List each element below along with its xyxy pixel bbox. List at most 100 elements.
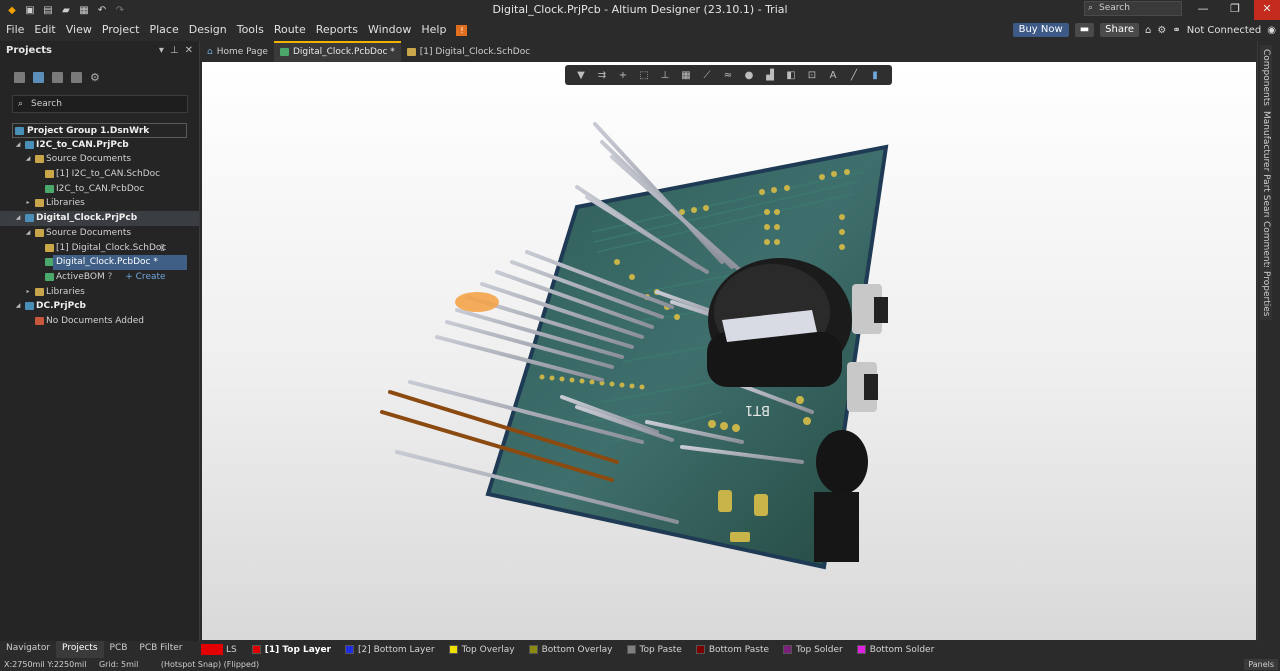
compile-icon[interactable]: [33, 71, 44, 83]
menu-window[interactable]: Window: [368, 23, 411, 36]
panels-button[interactable]: Panels: [1244, 659, 1278, 670]
layer-tab-top-paste[interactable]: Top Paste: [620, 645, 689, 655]
user-icon[interactable]: ◉: [1267, 25, 1276, 36]
tree-item-libraries[interactable]: ▸ Libraries: [0, 196, 199, 211]
diff-pair-icon[interactable]: ≈: [721, 69, 735, 81]
tree-item-libraries[interactable]: ▸ Libraries: [0, 285, 199, 300]
tab-pcbdoc[interactable]: Digital_Clock.PcbDoc *: [273, 41, 401, 62]
connection-status[interactable]: Not Connected: [1187, 25, 1262, 36]
help-icon[interactable]: ?: [108, 272, 113, 282]
settings-icon[interactable]: ⚙: [90, 71, 100, 84]
tree-item-label: Digital_Clock.PcbDoc *: [53, 255, 187, 270]
silkscreen-bt1: BT1: [745, 402, 770, 417]
layer-set-button[interactable]: LS: [226, 645, 237, 655]
panel-close-icon[interactable]: ✕: [185, 45, 193, 56]
layer-tab-top-layer[interactable]: [1] Top Layer: [245, 645, 338, 655]
dimension-icon[interactable]: ⊡: [805, 69, 819, 81]
layer-tab-top-solder[interactable]: Top Solder: [776, 645, 850, 655]
move-icon[interactable]: +: [616, 69, 630, 81]
tree-item-workspace[interactable]: Project Group 1.DsnWrk: [12, 123, 187, 138]
buy-now-button[interactable]: Buy Now: [1012, 23, 1069, 37]
tree-item-source-documents[interactable]: ◢ Source Documents: [0, 226, 199, 241]
via-icon[interactable]: ●: [742, 69, 756, 81]
global-search[interactable]: ⌕ Search: [1084, 1, 1182, 16]
rail-properties[interactable]: Properties: [1260, 267, 1272, 321]
panel-menu-icon[interactable]: ▾: [159, 45, 164, 56]
tab-pcb[interactable]: PCB: [104, 641, 134, 658]
keepout-icon[interactable]: ◧: [784, 69, 798, 81]
close-button[interactable]: ✕: [1254, 0, 1280, 20]
share-button[interactable]: Share: [1100, 23, 1139, 37]
filter-icon[interactable]: ▼: [574, 69, 588, 81]
menu-help[interactable]: Help: [421, 23, 446, 36]
align-icon[interactable]: ⊥: [658, 69, 672, 81]
menu-reports[interactable]: Reports: [316, 23, 358, 36]
layer-tab-bottom-solder[interactable]: Bottom Solder: [850, 645, 942, 655]
tree-item-document[interactable]: [1] Digital_Clock.SchDoc ▯: [0, 241, 199, 256]
expand-arrow-icon[interactable]: ▸: [24, 285, 32, 300]
line-icon[interactable]: ╱: [847, 69, 861, 81]
menu-file[interactable]: File: [6, 23, 24, 36]
projects-search-input[interactable]: ⌕ Search: [12, 95, 188, 113]
layer-color-swatch: [448, 645, 458, 654]
menu-project[interactable]: Project: [102, 23, 140, 36]
rail-comments[interactable]: Comments: [1260, 217, 1272, 274]
chat-icon[interactable]: ▬: [1074, 23, 1095, 37]
pcb-3d-viewport[interactable]: ▼ ⇉ + ⬚ ⊥ ▦ ⟋ ≈ ● ▟ ◧ ⊡ A ╱ ▮ BT1: [202, 62, 1256, 640]
rail-manufacturer-part-search[interactable]: Manufacturer Part Search: [1260, 107, 1272, 230]
text-icon[interactable]: A: [826, 69, 840, 81]
tree-item-document[interactable]: [1] I2C_to_CAN.SchDoc: [0, 167, 199, 182]
tree-item-source-documents[interactable]: ◢ Source Documents: [0, 152, 199, 167]
layer-tab-bottom-layer[interactable]: [2] Bottom Layer: [338, 645, 442, 655]
tab-projects[interactable]: Projects: [56, 641, 104, 658]
layer-label: [2] Bottom Layer: [358, 644, 435, 655]
polygon-icon[interactable]: ▟: [763, 69, 777, 81]
collapse-arrow-icon[interactable]: ◢: [14, 211, 22, 226]
save-project-icon[interactable]: [14, 71, 25, 83]
menu-edit[interactable]: Edit: [34, 23, 55, 36]
project-options-icon[interactable]: [52, 71, 63, 83]
tab-home-page[interactable]: ⌂ Home Page: [201, 41, 274, 62]
home-icon[interactable]: ⌂: [1145, 25, 1151, 36]
menu-place[interactable]: Place: [149, 23, 178, 36]
layer-tab-bottom-overlay[interactable]: Bottom Overlay: [522, 645, 620, 655]
menu-view[interactable]: View: [66, 23, 92, 36]
gear-icon[interactable]: ⚙: [1157, 25, 1166, 36]
select-area-icon[interactable]: ⬚: [637, 69, 651, 81]
tab-label: Digital_Clock.PcbDoc *: [292, 46, 395, 57]
pin-icon[interactable]: ⊥: [170, 45, 179, 56]
layer-set-swatch[interactable]: [201, 644, 223, 655]
tree-item-document-active[interactable]: Digital_Clock.PcbDoc *: [0, 255, 199, 270]
rail-components[interactable]: Components: [1260, 45, 1272, 110]
expand-arrow-icon[interactable]: ▸: [24, 196, 32, 211]
menu-route[interactable]: Route: [274, 23, 306, 36]
tree-item-activebom[interactable]: ActiveBOM ? + Create: [0, 270, 199, 285]
maximize-button[interactable]: ❐: [1220, 0, 1250, 20]
tab-navigator[interactable]: Navigator: [0, 641, 56, 658]
tab-schdoc[interactable]: [1] Digital_Clock.SchDoc: [401, 41, 536, 62]
create-bom-link[interactable]: + Create: [125, 272, 165, 282]
collapse-arrow-icon[interactable]: ◢: [24, 152, 32, 167]
tree-item-label: DC.PrjPcb: [36, 301, 86, 312]
select-icon[interactable]: ⇉: [595, 69, 609, 81]
route-icon[interactable]: ⟋: [700, 69, 714, 81]
tree-item-digital-clock-project[interactable]: ◢ Digital_Clock.PrjPcb: [0, 211, 199, 226]
collapse-arrow-icon[interactable]: ◢: [14, 299, 22, 314]
minimize-button[interactable]: —: [1188, 0, 1218, 20]
menu-tools[interactable]: Tools: [237, 23, 264, 36]
component-icon[interactable]: ▦: [679, 69, 693, 81]
layer-tab-top-overlay[interactable]: Top Overlay: [442, 645, 522, 655]
menu-design[interactable]: Design: [189, 23, 227, 36]
add-document-icon[interactable]: [71, 71, 82, 83]
tab-pcb-filter[interactable]: PCB Filter: [133, 641, 188, 658]
collapse-arrow-icon[interactable]: ◢: [14, 138, 22, 153]
3d-body-icon[interactable]: ▮: [868, 69, 882, 81]
tree-item-document[interactable]: I2C_to_CAN.PcbDoc: [0, 182, 199, 197]
layer-tab-bottom-paste[interactable]: Bottom Paste: [689, 645, 776, 655]
layer-color-swatch: [528, 645, 538, 654]
help-badge-icon[interactable]: !: [456, 25, 468, 36]
tree-item-i2c-project[interactable]: ◢ I2C_to_CAN.PrjPcb: [0, 138, 199, 153]
pcb-3d-render: BT1: [380, 122, 889, 570]
tree-item-dc-project[interactable]: ◢ DC.PrjPcb: [0, 299, 199, 314]
collapse-arrow-icon[interactable]: ◢: [24, 226, 32, 241]
